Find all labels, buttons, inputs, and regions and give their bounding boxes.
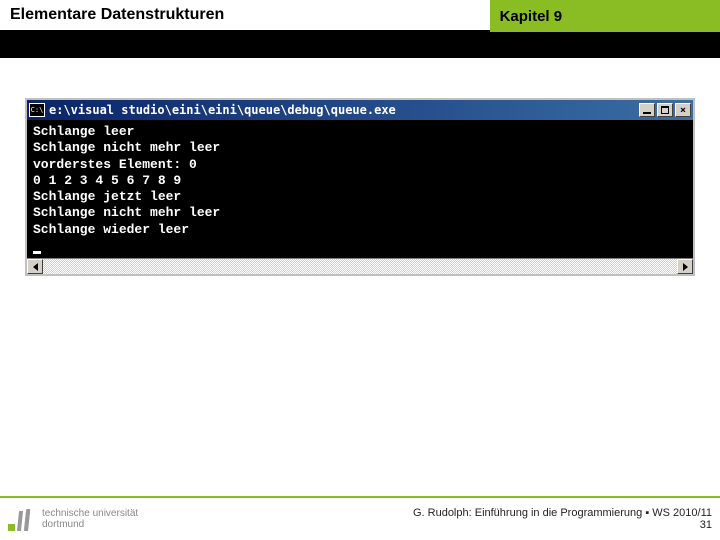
tu-logo-icon bbox=[8, 507, 36, 531]
header-divider bbox=[0, 32, 720, 58]
chapter-label: Kapitel 9 bbox=[490, 0, 720, 32]
console-window: C:\ e:\visual studio\eini\eini\queue\deb… bbox=[25, 98, 695, 276]
arrow-left-icon bbox=[33, 263, 38, 271]
scroll-left-button[interactable] bbox=[27, 259, 43, 274]
window-controls: × bbox=[639, 103, 691, 117]
university-name: technische universität dortmund bbox=[42, 508, 138, 530]
slide-footer: technische universität dortmund G. Rudol… bbox=[0, 496, 720, 540]
credit-line: G. Rudolph: Einführung in die Programmie… bbox=[413, 507, 712, 519]
close-button[interactable]: × bbox=[675, 103, 691, 117]
scroll-right-button[interactable] bbox=[677, 259, 693, 274]
minimize-button[interactable] bbox=[639, 103, 655, 117]
horizontal-scrollbar[interactable] bbox=[27, 258, 693, 274]
footer-credits: G. Rudolph: Einführung in die Programmie… bbox=[413, 507, 712, 531]
university-logo: technische universität dortmund bbox=[8, 507, 138, 531]
window-title: e:\visual studio\eini\eini\queue\debug\q… bbox=[49, 103, 639, 117]
cursor-icon bbox=[33, 251, 41, 254]
arrow-right-icon bbox=[683, 263, 688, 271]
slide-header: Elementare Datenstrukturen Kapitel 9 bbox=[0, 0, 720, 32]
titlebar: C:\ e:\visual studio\eini\eini\queue\deb… bbox=[27, 100, 693, 120]
scroll-track[interactable] bbox=[43, 259, 677, 274]
slide-content: C:\ e:\visual studio\eini\eini\queue\deb… bbox=[0, 58, 720, 276]
slide-title: Elementare Datenstrukturen bbox=[0, 0, 490, 32]
page-number: 31 bbox=[413, 519, 712, 531]
console-output: Schlange leer Schlange nicht mehr leer v… bbox=[27, 120, 693, 258]
console-icon: C:\ bbox=[29, 103, 45, 117]
maximize-button[interactable] bbox=[657, 103, 673, 117]
